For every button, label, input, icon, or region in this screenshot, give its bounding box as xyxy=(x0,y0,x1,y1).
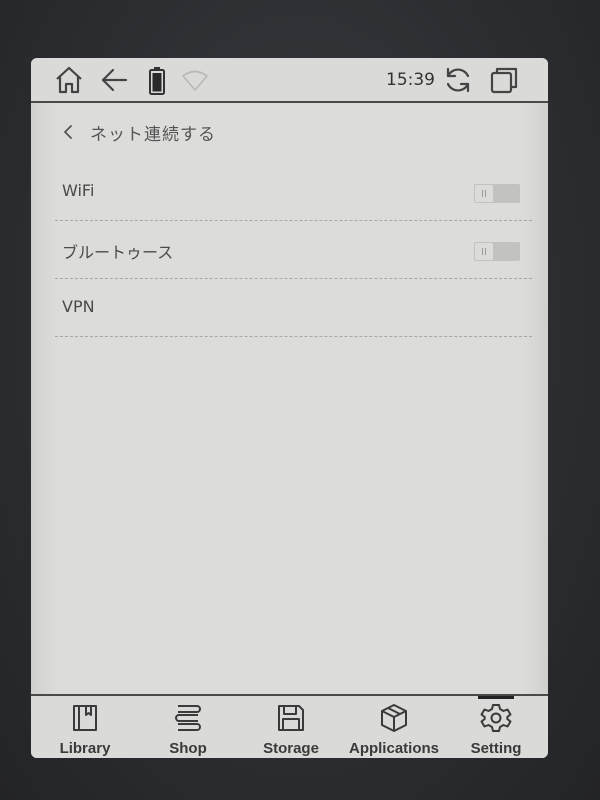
gear-icon xyxy=(480,702,512,734)
back-arrow-icon[interactable] xyxy=(98,64,130,96)
nav-item-library[interactable]: Library xyxy=(45,696,125,758)
screen: 15:39 ネット連続する WiFi ブルートゥース VPN Library S… xyxy=(31,58,548,758)
home-icon[interactable] xyxy=(53,64,85,96)
settings-row-wifi[interactable]: WiFi xyxy=(55,163,532,221)
battery-icon xyxy=(141,64,173,96)
chevron-left-icon[interactable] xyxy=(61,123,75,141)
toggle-knob xyxy=(475,243,493,260)
toggle-knob xyxy=(475,185,493,202)
window-switch-icon[interactable] xyxy=(488,64,520,96)
wifi-toggle[interactable] xyxy=(474,184,520,203)
stacked-books-icon xyxy=(172,702,204,734)
book-icon xyxy=(69,702,101,734)
settings-row-bluetooth[interactable]: ブルートゥース xyxy=(55,221,532,279)
nav-label-applications: Applications xyxy=(348,740,439,757)
floppy-disk-icon xyxy=(275,702,307,734)
nav-label-shop: Shop xyxy=(169,740,207,757)
status-bar: 15:39 xyxy=(31,58,548,103)
nav-item-setting[interactable]: Setting xyxy=(456,696,536,758)
settings-row-vpn[interactable]: VPN xyxy=(55,279,532,337)
nav-item-shop[interactable]: Shop xyxy=(148,696,228,758)
nav-label-storage: Storage xyxy=(263,740,319,757)
bluetooth-toggle[interactable] xyxy=(474,242,520,261)
wifi-label: WiFi xyxy=(62,181,95,200)
nav-label-library: Library xyxy=(59,740,111,757)
settings-list: WiFi ブルートゥース VPN xyxy=(55,163,532,337)
nav-item-storage[interactable]: Storage xyxy=(251,696,331,758)
nav-label-setting: Setting xyxy=(470,740,522,757)
bottom-navigation: Library Shop Storage Applications Settin… xyxy=(31,694,548,758)
page-header: ネット連続する xyxy=(31,102,548,162)
cube-icon xyxy=(378,702,410,734)
clock-time: 15:39 xyxy=(386,70,435,90)
wifi-signal-icon xyxy=(179,64,211,96)
refresh-icon[interactable] xyxy=(442,64,474,96)
page-title[interactable]: ネット連続する xyxy=(90,120,216,145)
bluetooth-label: ブルートゥース xyxy=(62,243,174,262)
nav-item-applications[interactable]: Applications xyxy=(339,696,449,758)
vpn-label: VPN xyxy=(62,297,95,316)
